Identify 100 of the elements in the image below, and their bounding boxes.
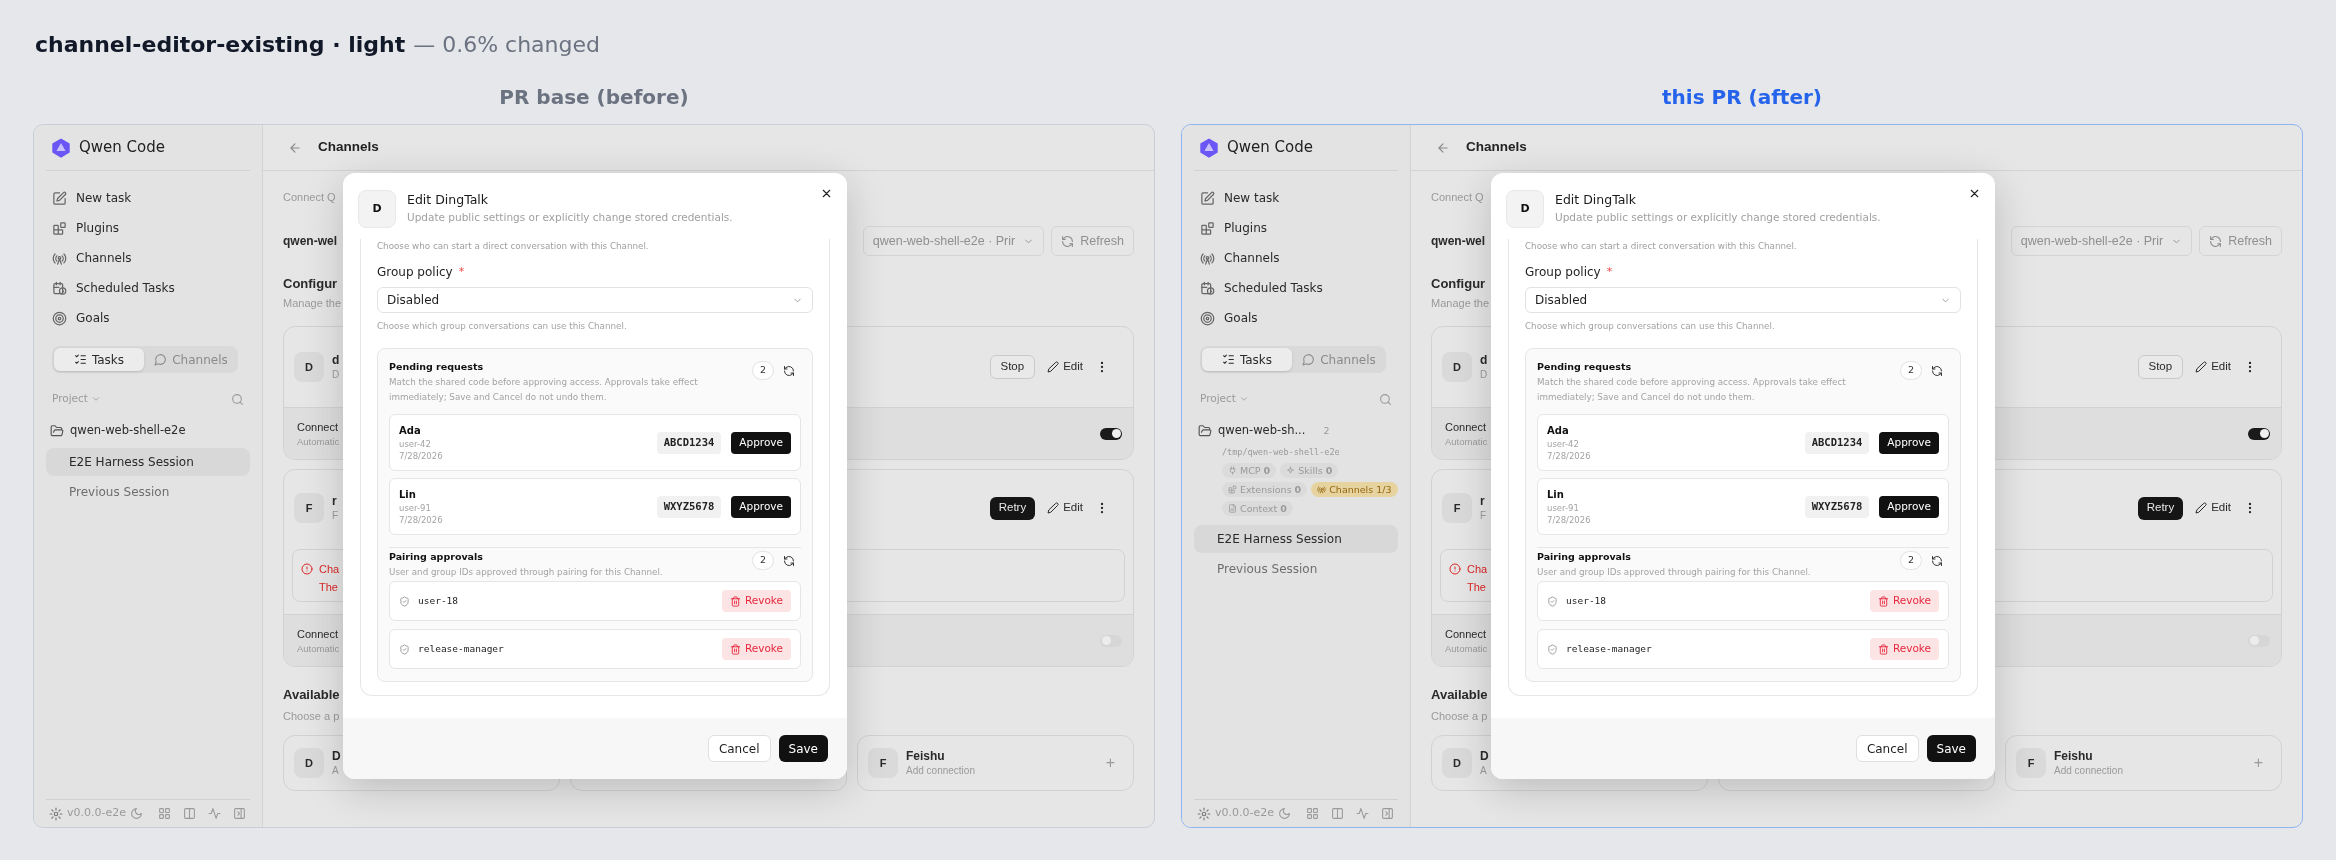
channel-avatar: F bbox=[1442, 493, 1472, 523]
trash-icon bbox=[1877, 595, 1889, 607]
dialog-title: Edit DingTalk bbox=[1555, 191, 1638, 208]
sidebar-icon[interactable] bbox=[1381, 807, 1394, 820]
error-message: The bbox=[1467, 580, 1487, 595]
project-name[interactable]: qwen-web-sh... bbox=[1218, 422, 1306, 440]
columns-icon[interactable] bbox=[183, 807, 196, 820]
session-item[interactable]: Previous Session bbox=[46, 478, 250, 506]
nav-item[interactable]: Channels bbox=[1194, 245, 1286, 271]
sparkle-icon bbox=[1286, 466, 1296, 475]
error-title: Cha bbox=[319, 562, 340, 577]
back-arrow-icon[interactable] bbox=[1436, 140, 1450, 155]
tab[interactable]: Tasks bbox=[1202, 348, 1292, 371]
channel-avatar: F bbox=[294, 493, 324, 523]
dialog-title: Edit DingTalk bbox=[407, 191, 490, 208]
edit-button[interactable]: Edit bbox=[2193, 358, 2233, 376]
revoke-button[interactable]: Revoke bbox=[1869, 638, 1939, 660]
refresh-icon[interactable] bbox=[783, 554, 795, 567]
channel-avatar: D bbox=[1506, 190, 1544, 228]
revoke-button[interactable]: Revoke bbox=[721, 638, 791, 660]
group-policy-select[interactable]: Disabled bbox=[377, 287, 813, 313]
activity-icon[interactable] bbox=[208, 807, 221, 820]
edit-button[interactable]: Edit bbox=[1045, 499, 1085, 517]
refresh-icon[interactable] bbox=[1931, 554, 1943, 567]
alert-icon bbox=[301, 563, 313, 575]
search-icon[interactable] bbox=[1379, 392, 1392, 406]
item-count: 2 bbox=[752, 551, 774, 570]
nav-item[interactable]: New task bbox=[46, 185, 138, 211]
group-policy-select[interactable]: Disabled bbox=[1525, 287, 1961, 313]
edit-button[interactable]: Edit bbox=[2193, 499, 2233, 517]
search-icon[interactable] bbox=[231, 392, 244, 406]
save-button[interactable]: Save bbox=[1926, 735, 1976, 762]
chat-bubble-icon bbox=[1302, 353, 1316, 366]
moon-icon[interactable] bbox=[130, 807, 143, 820]
setting-description: Automatic bbox=[1445, 434, 1488, 448]
field-help: Choose who can start a direct conversation with this Channel. bbox=[377, 240, 649, 253]
nav-item[interactable]: Goals bbox=[1194, 305, 1264, 331]
requester-name: Lin bbox=[1547, 488, 1565, 502]
item-count: 2 bbox=[1900, 361, 1922, 380]
setting-description: Automatic bbox=[297, 434, 340, 448]
edit-button[interactable]: Edit bbox=[1045, 358, 1085, 376]
folder-icon bbox=[50, 424, 64, 438]
shield-check-icon bbox=[399, 643, 410, 655]
channel-description: F bbox=[332, 509, 339, 522]
provider-card[interactable]: F Feishu Add connection + bbox=[857, 735, 1134, 791]
toggle-switch[interactable] bbox=[2248, 427, 2270, 440]
stop-button[interactable]: Stop bbox=[989, 355, 1036, 379]
approve-button[interactable]: Approve bbox=[731, 495, 791, 518]
nav-item[interactable]: Scheduled Tasks bbox=[46, 275, 181, 301]
session-item[interactable]: Previous Session bbox=[1194, 555, 1398, 583]
nav-item[interactable]: Channels bbox=[46, 245, 138, 271]
grid-icon[interactable] bbox=[158, 807, 171, 820]
channel-avatar: D bbox=[1442, 352, 1472, 382]
stop-button[interactable]: Stop bbox=[2137, 355, 2184, 379]
revoke-button[interactable]: Revoke bbox=[1869, 590, 1939, 612]
provider-card[interactable]: F Feishu Add connection + bbox=[2005, 735, 2282, 791]
request-date: 7/28/2026 bbox=[399, 450, 443, 462]
revoke-button[interactable]: Revoke bbox=[721, 590, 791, 612]
nav-item[interactable]: Plugins bbox=[46, 215, 125, 241]
app-name: Qwen Code bbox=[79, 137, 165, 159]
section-description: Manage the bbox=[1431, 296, 1490, 310]
approve-button[interactable]: Approve bbox=[731, 431, 791, 454]
close-icon[interactable] bbox=[1968, 187, 1981, 200]
pencil-icon bbox=[2195, 502, 2208, 514]
nav-item[interactable]: Scheduled Tasks bbox=[1194, 275, 1329, 301]
retry-button[interactable]: Retry bbox=[989, 496, 1036, 520]
target-icon bbox=[1200, 310, 1215, 326]
setting-title: Connect bbox=[297, 626, 339, 642]
calendar-clock-icon bbox=[52, 280, 67, 296]
nav-item[interactable]: Goals bbox=[46, 305, 116, 331]
toggle-switch[interactable] bbox=[1100, 427, 1122, 440]
columns-icon[interactable] bbox=[1331, 807, 1344, 820]
activity-icon[interactable] bbox=[1356, 807, 1369, 820]
antenna-icon bbox=[1317, 485, 1327, 494]
cancel-button[interactable]: Cancel bbox=[707, 735, 771, 762]
session-item[interactable]: E2E Harness Session bbox=[1194, 525, 1398, 553]
project-name[interactable]: qwen-web-shell-e2e bbox=[70, 422, 186, 440]
refresh-icon[interactable] bbox=[1931, 364, 1943, 377]
session-item[interactable]: E2E Harness Session bbox=[46, 448, 250, 476]
nav-item[interactable]: New task bbox=[1194, 185, 1286, 211]
back-arrow-icon[interactable] bbox=[288, 140, 302, 155]
required-mark: * bbox=[1606, 263, 1613, 280]
nav-item[interactable]: Plugins bbox=[1194, 215, 1273, 241]
close-icon[interactable] bbox=[820, 187, 833, 200]
setting-title: Connect bbox=[1445, 626, 1487, 642]
requester-id: user-91 bbox=[399, 502, 432, 514]
grid-icon[interactable] bbox=[1306, 807, 1319, 820]
retry-button[interactable]: Retry bbox=[2137, 496, 2184, 520]
moon-icon[interactable] bbox=[1278, 807, 1291, 820]
approve-button[interactable]: Approve bbox=[1879, 431, 1939, 454]
tab[interactable]: Tasks bbox=[54, 348, 144, 371]
section-title: Pending requests bbox=[1537, 360, 1633, 374]
sidebar-icon[interactable] bbox=[233, 807, 246, 820]
refresh-icon[interactable] bbox=[783, 364, 795, 377]
blocks-icon bbox=[52, 220, 67, 236]
save-button[interactable]: Save bbox=[778, 735, 828, 762]
blocks-icon bbox=[1228, 485, 1237, 494]
cancel-button[interactable]: Cancel bbox=[1855, 735, 1919, 762]
approve-button[interactable]: Approve bbox=[1879, 495, 1939, 518]
compose-icon bbox=[1200, 190, 1215, 206]
